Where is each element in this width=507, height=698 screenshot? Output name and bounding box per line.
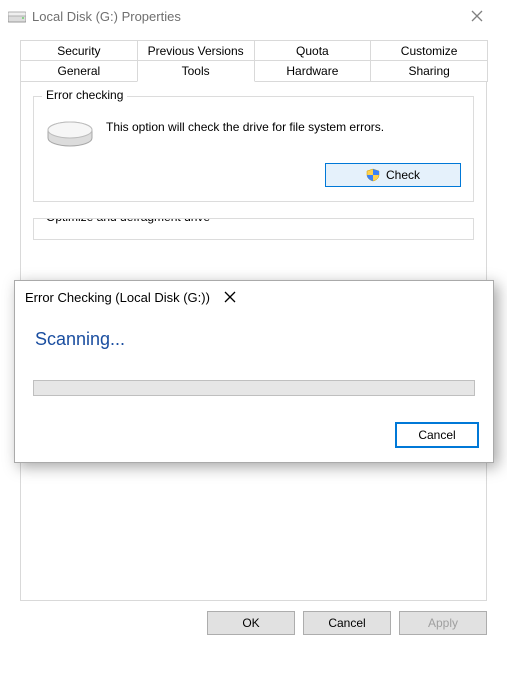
shield-icon xyxy=(366,168,380,182)
group-error-checking-legend: Error checking xyxy=(42,88,127,102)
disk-check-icon xyxy=(46,117,94,153)
apply-button[interactable]: Apply xyxy=(399,611,487,635)
tab-previous-versions[interactable]: Previous Versions xyxy=(137,40,255,61)
tab-row-2: General Tools Hardware Sharing xyxy=(20,60,487,82)
tab-sharing[interactable]: Sharing xyxy=(370,60,488,82)
error-checking-dialog: Error Checking (Local Disk (G:)) Scannin… xyxy=(14,280,494,463)
window-titlebar: Local Disk (G:) Properties xyxy=(0,0,507,32)
tab-customize[interactable]: Customize xyxy=(370,40,488,61)
dialog-cancel-button[interactable]: Cancel xyxy=(395,422,479,448)
dialog-button-row: OK Cancel Apply xyxy=(0,601,507,649)
tab-security[interactable]: Security xyxy=(20,40,138,61)
group-optimize-legend: Optimize and defragment drive xyxy=(42,218,214,224)
window-title: Local Disk (G:) Properties xyxy=(32,9,181,24)
cancel-button[interactable]: Cancel xyxy=(303,611,391,635)
check-button[interactable]: Check xyxy=(325,163,461,187)
scanning-status: Scanning... xyxy=(35,329,475,350)
drive-icon xyxy=(8,9,26,23)
properties-window: Local Disk (G:) Properties Security Prev… xyxy=(0,0,507,698)
progress-bar xyxy=(33,380,475,396)
tab-general[interactable]: General xyxy=(20,60,138,82)
check-button-label: Check xyxy=(386,168,420,182)
group-error-checking: Error checking This option will check th… xyxy=(33,96,474,202)
tab-row-1: Security Previous Versions Quota Customi… xyxy=(20,40,487,61)
dialog-titlebar: Error Checking (Local Disk (G:)) xyxy=(15,281,493,313)
tab-hardware[interactable]: Hardware xyxy=(254,60,372,82)
dialog-body: Scanning... xyxy=(15,313,493,412)
tab-tools[interactable]: Tools xyxy=(137,60,255,82)
group-optimize: Optimize and defragment drive xyxy=(33,218,474,240)
dialog-close-button[interactable] xyxy=(210,283,250,311)
window-close-button[interactable] xyxy=(455,0,499,32)
tab-quota[interactable]: Quota xyxy=(254,40,372,61)
dialog-title: Error Checking (Local Disk (G:)) xyxy=(25,290,210,305)
ok-button[interactable]: OK xyxy=(207,611,295,635)
error-checking-description: This option will check the drive for fil… xyxy=(106,117,461,135)
